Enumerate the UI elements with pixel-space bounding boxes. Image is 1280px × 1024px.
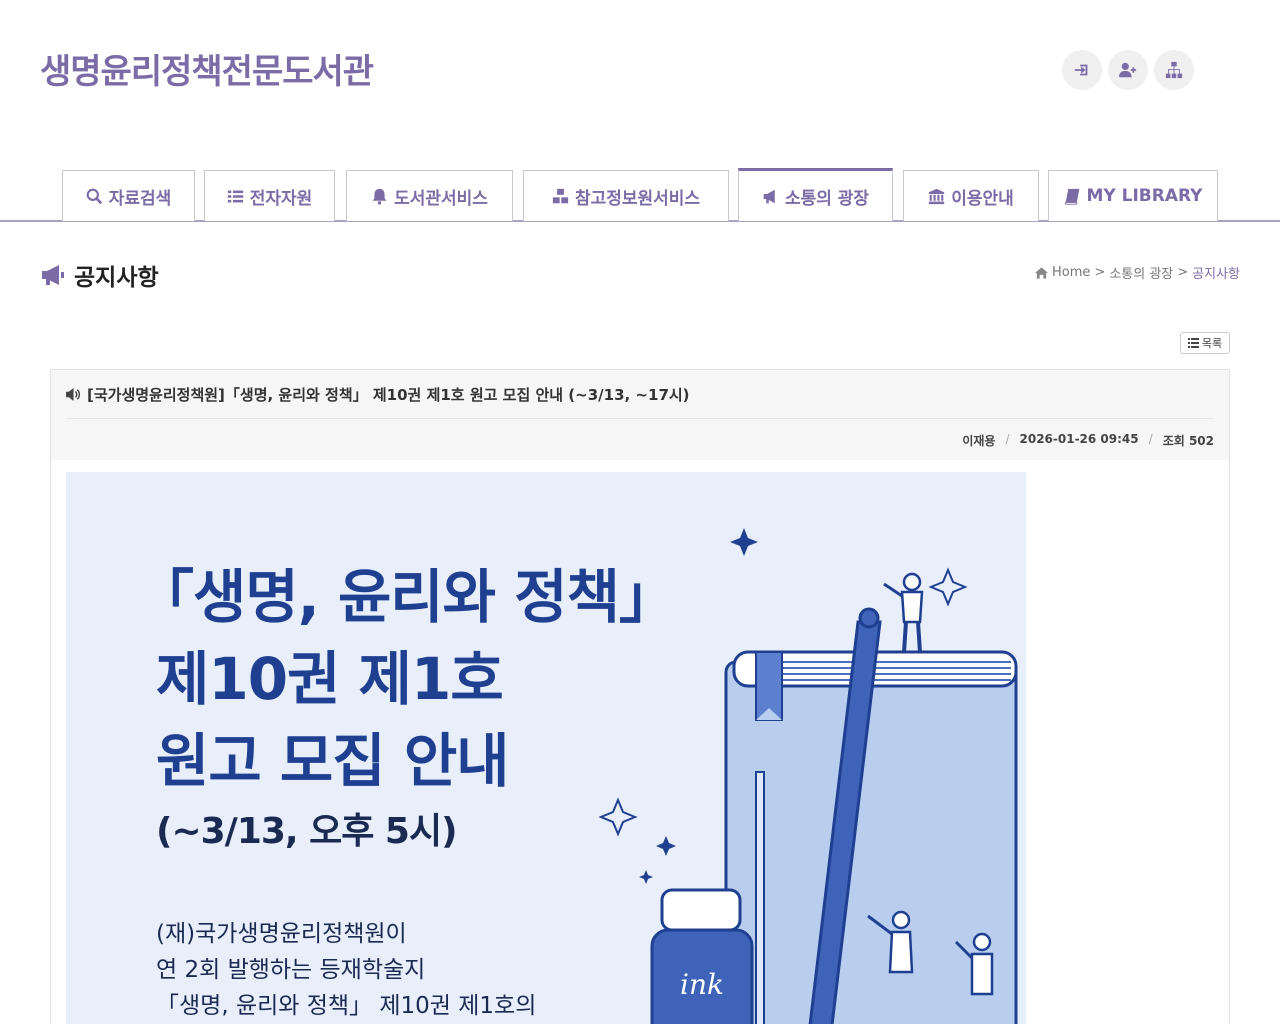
- bell-icon: [372, 188, 387, 205]
- poster-desc-2: 연 2회 발행하는 등재학술지: [156, 957, 426, 983]
- user-plus-icon[interactable]: [1108, 50, 1148, 90]
- tab-label: 참고정보원서비스: [574, 188, 701, 209]
- tab-label: 도서관서비스: [394, 188, 488, 209]
- poster-desc-3: 「생명, 윤리와 정책」 제10권 제1호의: [156, 993, 537, 1019]
- tab-guide[interactable]: 이용안내: [903, 170, 1039, 221]
- speaker-icon: [66, 388, 80, 401]
- tab-library-services[interactable]: 도서관서비스: [346, 170, 513, 221]
- post-title-row: [국가생명윤리정책원]「생명, 윤리와 정책」 제10권 제1호 원고 모집 안…: [66, 384, 690, 405]
- tab-label: 자료검색: [108, 188, 172, 209]
- home-icon: [1035, 266, 1049, 279]
- login-icon[interactable]: [1062, 50, 1102, 90]
- poster-desc-1: (재)국가생명윤리정책원이: [156, 921, 407, 947]
- post-view: [국가생명윤리정책원]「생명, 윤리와 정책」 제10권 제1호 원고 모집 안…: [50, 369, 1230, 1024]
- poster-headline-2: 제10권 제1호: [156, 645, 504, 713]
- tab-search[interactable]: 자료검색: [62, 170, 195, 221]
- bullhorn-icon: [42, 265, 64, 285]
- breadcrumb-section[interactable]: 소통의 광장: [1109, 263, 1173, 282]
- page-title: 공지사항: [74, 265, 159, 291]
- site-title[interactable]: 생명윤리정책전문도서관: [40, 44, 374, 93]
- post-body: 「생명, 윤리와 정책」 제10권 제1호 원고 모집 안내 (~3/13, 오…: [51, 460, 1229, 1024]
- breadcrumb-separator: >: [1177, 265, 1189, 280]
- poster-deadline: (~3/13, 오후 5시): [156, 811, 458, 852]
- institution-icon: [929, 188, 945, 204]
- post-date: 2026-01-26 09:45: [1019, 432, 1139, 446]
- page-header: 공지사항: [40, 258, 159, 292]
- book-pen-illustration: ink: [598, 528, 1018, 1024]
- list-icon: [1187, 338, 1199, 348]
- book-icon: [1064, 188, 1079, 205]
- breadcrumb-separator: >: [1094, 265, 1106, 280]
- meta-separator: /: [1148, 432, 1153, 446]
- divider: [66, 418, 1214, 419]
- post-meta: 이재용 / 2026-01-26 09:45 / 조회 502: [962, 432, 1214, 449]
- tab-label: MY LIBRARY: [1086, 186, 1203, 206]
- main-nav: 자료검색 전자자원 도서관서비스 참고정보원서비스 소통의 광장 이용안내 MY…: [0, 168, 1280, 222]
- ink-label: ink: [680, 968, 724, 1001]
- list-icon: [227, 190, 243, 202]
- post-views: 조회 502: [1162, 434, 1214, 448]
- poster-image: 「생명, 윤리와 정책」 제10권 제1호 원고 모집 안내 (~3/13, 오…: [66, 472, 1026, 1024]
- search-icon: [86, 188, 102, 204]
- top-icon-bar: [1062, 50, 1194, 90]
- sitemap-icon[interactable]: [1154, 50, 1194, 90]
- bullhorn-icon: [763, 189, 775, 203]
- tab-community[interactable]: 소통의 광장: [738, 168, 893, 221]
- list-button-label: 목록: [1201, 337, 1223, 350]
- meta-separator: /: [1005, 432, 1010, 446]
- tab-label: 이용안내: [951, 188, 1014, 209]
- tab-label: 소통의 광장: [784, 188, 870, 209]
- tab-reference-services[interactable]: 참고정보원서비스: [523, 170, 729, 221]
- tab-e-resources[interactable]: 전자자원: [204, 170, 335, 221]
- breadcrumb-current: 공지사항: [1192, 267, 1240, 282]
- poster-headline-3: 원고 모집 안내: [156, 727, 510, 795]
- list-button[interactable]: 목록: [1180, 332, 1230, 354]
- post-title: [국가생명윤리정책원]「생명, 윤리와 정책」 제10권 제1호 원고 모집 안…: [87, 386, 690, 404]
- tab-label: 전자자원: [249, 188, 313, 209]
- breadcrumb: Home > 소통의 광장 > 공지사항: [1035, 263, 1240, 282]
- post-author: 이재용: [962, 434, 996, 448]
- tab-my-library[interactable]: MY LIBRARY: [1048, 170, 1218, 221]
- cubes-icon: [552, 188, 569, 203]
- breadcrumb-home[interactable]: Home: [1052, 265, 1090, 280]
